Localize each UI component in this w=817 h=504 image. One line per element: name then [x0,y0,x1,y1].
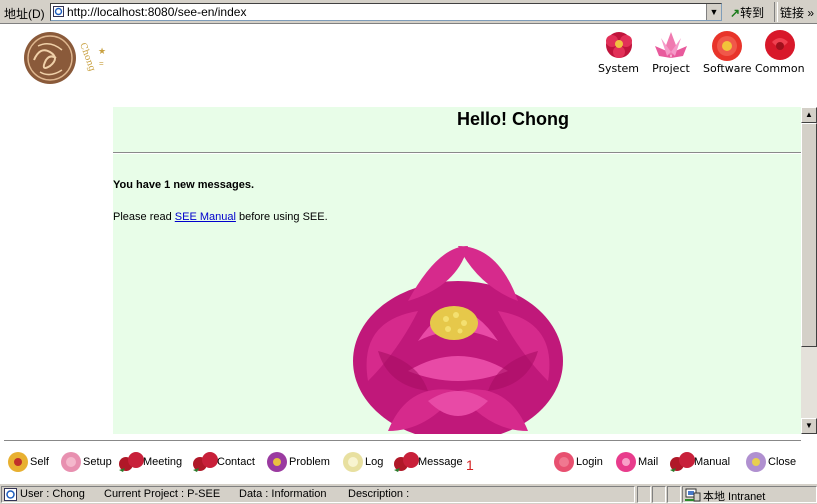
magenta-peony-image [353,246,563,434]
bottom-nav-mail-label: Mail [638,456,659,468]
manual-notice-prefix: Please read [113,211,175,223]
lavender-aster-icon [746,452,766,472]
scroll-up-button[interactable]: ▲ [801,107,817,123]
scroll-down-button[interactable]: ▼ [801,418,817,434]
ie-page-icon [53,6,64,17]
scroll-thumb[interactable] [801,123,817,347]
red-roses-icon [394,452,419,472]
status-cell [637,486,651,503]
main-content: Hello! Chong You have 1 new messages. Pl… [113,107,801,434]
status-cell [652,486,666,503]
bottom-nav-problem[interactable]: Problem [263,449,330,475]
bottom-nav-manual[interactable]: Manual [668,449,730,475]
status-data: Data : Information [239,488,327,500]
zone-label: 本地 Intranet [703,491,766,503]
bottom-nav-contact[interactable]: Contact [191,449,255,475]
status-cell [667,486,681,503]
white-rose-icon [343,452,363,472]
purple-aster-icon [267,452,287,472]
status-text-pane: User : Chong Current Project : P-SEE Dat… [1,486,635,503]
status-project: Current Project : P-SEE [104,488,221,500]
pink-carnation-icon [61,452,81,472]
page-title: Hello! Chong [457,109,569,129]
nav-common-label: Common [755,62,805,75]
intranet-zone-icon [685,488,701,502]
bottom-nav-manual-label: Manual [694,456,731,468]
bottom-nav-contact-label: Contact [217,456,255,468]
bottom-nav-self[interactable]: Self [4,449,49,475]
bottom-nav-message[interactable]: Message [392,449,463,475]
nav-common[interactable]: Common [755,28,805,75]
nav-project[interactable]: Project [651,28,691,75]
address-dropdown-button[interactable]: ▼ [706,4,721,20]
address-label: 地址(D) [4,7,45,21]
address-input[interactable]: http://localhost:8080/see-en/index ▼ [50,3,722,21]
go-label: 转到 [740,6,765,20]
chong-logo: Chong ★ = [24,32,106,84]
pink-rose-icon [554,452,574,472]
bottom-nav-problem-label: Problem [289,456,330,468]
bottom-nav-login[interactable]: Login [550,449,603,475]
bottom-nav-login-label: Login [576,456,603,468]
status-description: Description : [348,488,410,500]
manual-notice-suffix: before using SEE. [235,211,328,223]
svg-text:=: = [99,59,104,68]
links-button[interactable]: 链接 » [780,4,814,21]
nav-project-label: Project [652,62,690,75]
yellow-daisy-icon [8,452,28,472]
nav-system[interactable]: System [598,28,639,75]
bottom-divider [4,440,801,441]
bottom-nav-mail[interactable]: Mail [612,449,658,475]
new-messages-notice: You have 1 new messages. [113,179,255,191]
red-roses-icon [670,452,695,472]
red-flower-icon [605,32,632,58]
bottom-nav-log-label: Log [365,456,384,468]
red-roses-icon [193,452,218,472]
ie-page-icon [4,488,17,501]
bottom-nav-meeting[interactable]: Meeting [117,449,182,475]
bottom-nav-meeting-label: Meeting [143,456,183,468]
bottom-nav-close-label: Close [768,456,797,468]
red-roses-icon [119,452,144,472]
address-bar: 地址(D) http://localhost:8080/see-en/index… [0,0,817,24]
manual-notice: Please read SEE Manual before using SEE. [113,211,328,223]
bottom-nav-self-label: Self [30,456,49,468]
pink-flower-icon [616,452,636,472]
bottom-nav-log[interactable]: Log [339,449,383,475]
red-daisy-icon [712,31,743,61]
nav-software-label: Software [703,62,752,75]
address-url: http://localhost:8080/see-en/index [67,5,247,19]
security-zone: 本地 Intranet [682,486,817,503]
pink-lotus-icon [655,32,687,58]
message-count-badge: 1 [466,457,474,473]
red-rose-icon [764,30,795,60]
content-scrollbar[interactable]: ▲ ▼ [801,107,817,434]
title-divider [113,152,801,154]
toolbar-separator [774,2,778,22]
status-bar: User : Chong Current Project : P-SEE Dat… [0,483,817,504]
status-user: User : Chong [20,488,85,500]
svg-text:★: ★ [98,46,106,56]
bottom-nav-setup-label: Setup [83,456,112,468]
nav-system-label: System [598,62,640,75]
go-arrow-icon: ↗ [730,6,741,20]
nav-software[interactable]: Software [703,28,752,75]
go-button[interactable]: ↗转到 [730,4,764,21]
see-manual-link[interactable]: SEE Manual [175,211,236,223]
bottom-nav-setup[interactable]: Setup [57,449,112,475]
bottom-nav-close[interactable]: Close [742,449,796,475]
svg-text:Chong: Chong [77,42,97,74]
bottom-nav-message-label: Message [418,456,463,468]
